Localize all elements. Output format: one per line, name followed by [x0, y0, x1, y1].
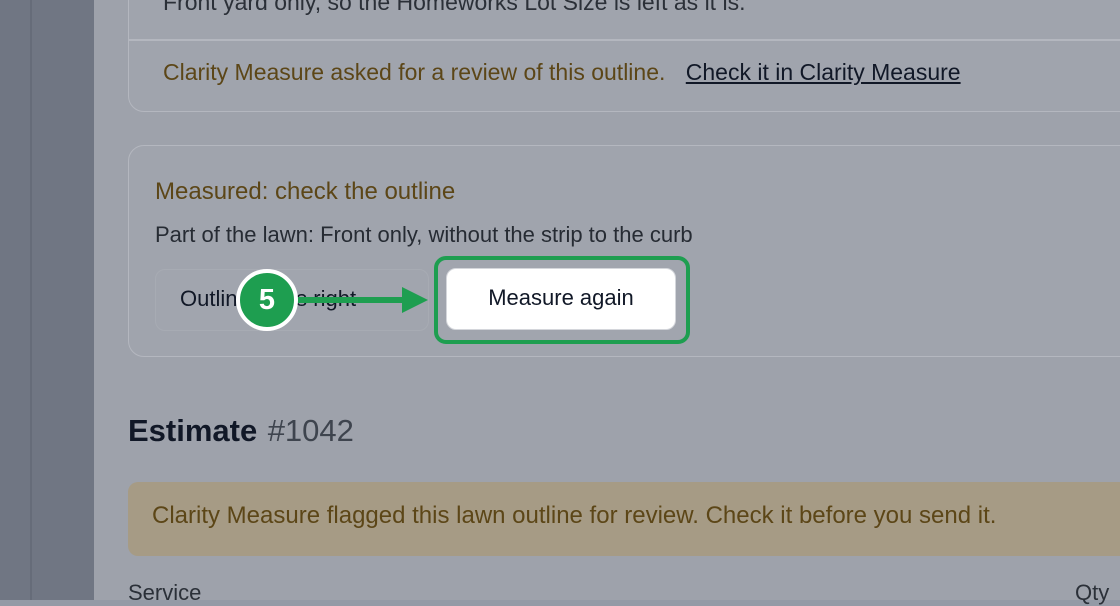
- step-callout-badge: 5: [236, 269, 298, 331]
- check-in-clarity-link[interactable]: Check it in Clarity Measure: [686, 59, 961, 85]
- review-card: Front yard only, so the Homeworks Lot Si…: [128, 0, 1120, 112]
- column-header-qty: Qty: [1075, 580, 1110, 605]
- flag-message: Clarity Measure flagged this lawn outlin…: [152, 502, 997, 529]
- rail-divider: [30, 0, 32, 600]
- left-rail: [0, 0, 94, 600]
- card-divider: [129, 39, 1120, 41]
- review-row: Clarity Measure asked for a review of th…: [163, 59, 961, 86]
- review-message: Clarity Measure asked for a review of th…: [163, 59, 666, 85]
- estimate-number: #1042: [267, 413, 354, 448]
- estimate-heading: Estimate #1042: [128, 413, 354, 449]
- review-flag-banner: Clarity Measure flagged this lawn outlin…: [128, 482, 1120, 556]
- measured-title: Measured: check the outline: [155, 178, 456, 205]
- measured-subtitle: Part of the lawn: Front only, without th…: [155, 222, 693, 247]
- lot-size-note: Front yard only, so the Homeworks Lot Si…: [163, 0, 746, 15]
- callout-arrow-icon: [296, 287, 428, 313]
- measure-again-button[interactable]: Measure again: [446, 268, 676, 330]
- estimate-label: Estimate: [128, 413, 258, 448]
- column-header-service: Service: [128, 580, 202, 605]
